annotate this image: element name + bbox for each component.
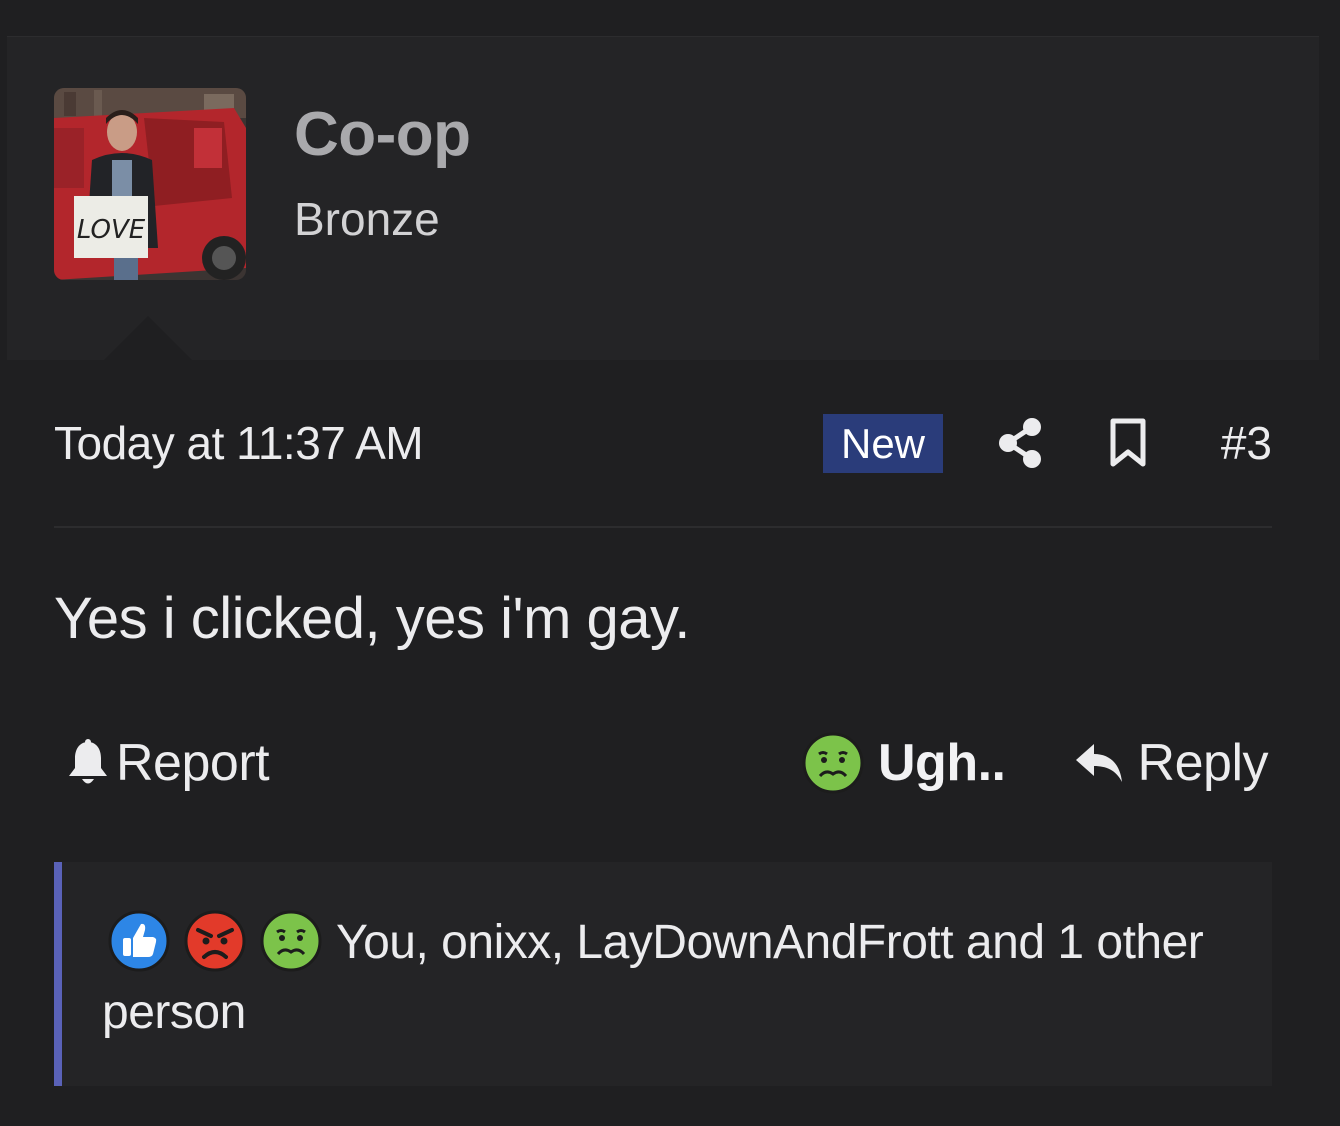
post-date[interactable]: Today at 11:37 AM — [54, 416, 424, 470]
bell-icon — [69, 739, 107, 784]
avatar-image: LOVE — [54, 88, 246, 280]
angry-face-icon — [184, 910, 246, 972]
reply-arrow-icon — [1075, 744, 1122, 782]
reactions-summary-text: You, onixx, LayDownAndFrott and 1 other … — [102, 908, 1252, 1048]
share-icon[interactable] — [996, 417, 1044, 469]
reaction-label: Ugh.. — [878, 734, 1006, 792]
svg-text:LOVE: LOVE — [77, 215, 146, 245]
new-badge: New — [823, 414, 943, 473]
report-label: Report — [116, 734, 270, 792]
reactions-summary: You, onixx, LayDownAndFrott and 1 other … — [54, 862, 1272, 1086]
post-actions: Report Ugh.. Reply — [54, 728, 1272, 798]
post-number-link[interactable]: #3 — [1221, 416, 1272, 470]
post-divider — [54, 526, 1272, 528]
reply-label: Reply — [1137, 734, 1269, 792]
post-meta-row: Today at 11:37 AM New #3 — [54, 410, 1272, 476]
report-button[interactable]: Report — [66, 728, 270, 798]
reply-button[interactable]: Reply — [1074, 728, 1269, 798]
react-button[interactable]: Ugh.. — [802, 728, 1006, 798]
bookmark-icon[interactable] — [1106, 417, 1150, 469]
post-body: Yes i clicked, yes i'm gay. — [54, 586, 690, 651]
user-info-block: LOVE Co-op Bronze — [7, 36, 1319, 360]
user-block-pointer — [104, 316, 192, 360]
avatar[interactable]: LOVE — [54, 88, 246, 280]
nauseated-face-icon — [260, 910, 322, 972]
author-name[interactable]: Co-op — [294, 99, 471, 170]
thumbs-up-icon — [108, 910, 170, 972]
author-user-title: Bronze — [294, 193, 440, 245]
nauseated-face-icon — [802, 732, 864, 794]
